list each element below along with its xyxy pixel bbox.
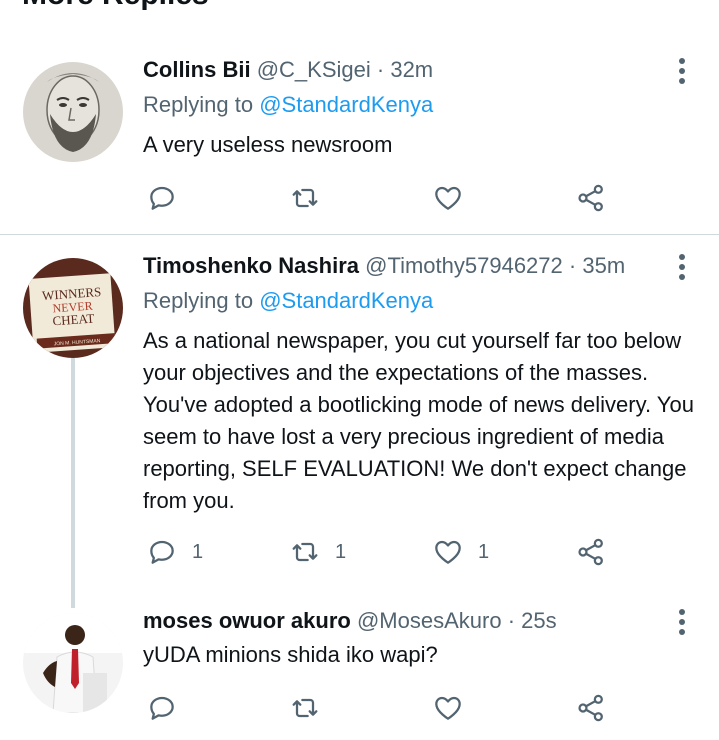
avatar[interactable] bbox=[23, 613, 123, 713]
retweet-icon bbox=[292, 698, 318, 718]
author-name[interactable]: moses owuor akuro bbox=[143, 608, 351, 633]
share-icon bbox=[578, 694, 603, 722]
like-button[interactable] bbox=[432, 690, 478, 726]
more-options-icon[interactable] bbox=[672, 607, 692, 637]
like-icon bbox=[435, 696, 461, 720]
timestamp[interactable]: 25s bbox=[521, 608, 556, 633]
reply-button[interactable] bbox=[146, 690, 192, 726]
share-button[interactable] bbox=[575, 690, 607, 726]
retweet-button[interactable] bbox=[289, 690, 335, 726]
reply-icon bbox=[150, 696, 174, 720]
author-handle[interactable]: @MosesAkuro bbox=[357, 608, 502, 633]
tweet-header: moses owuor akuro @MosesAkuro · 25s bbox=[143, 608, 557, 634]
reply-tweet-3[interactable]: moses owuor akuro @MosesAkuro · 25s yUDA… bbox=[0, 0, 719, 740]
separator-dot: · bbox=[507, 608, 516, 633]
tweet-text: yUDA minions shida iko wapi? bbox=[143, 642, 438, 667]
